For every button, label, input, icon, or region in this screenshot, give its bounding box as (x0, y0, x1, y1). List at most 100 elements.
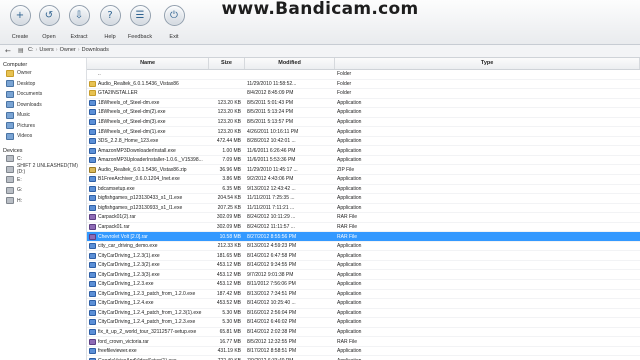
file-name-cell: 18Wheels_of_Steel-dm(1).exe (87, 128, 209, 135)
sidebar-item-drive[interactable]: H: (0, 196, 86, 207)
file-row[interactable]: AmazonMP3UploaderInstaller-1.0.6._V15398… (87, 156, 640, 166)
file-name-cell: AmazonMP3UploaderInstaller-1.0.6._V15398… (87, 157, 209, 164)
file-name-cell: Carpack01.rar (87, 224, 209, 231)
file-name-cell: Carpack01(2).rar (87, 214, 209, 221)
file-row[interactable]: CityCarDriving_1.2.4_patch_from_1.2.3(1)… (87, 309, 640, 319)
file-row[interactable]: 3DS_2.2.8_Home_123.exe 472.44 MB 8/28/2012… (87, 137, 640, 147)
file-modified: 8/13/2012 7:34:51 PM (247, 290, 297, 297)
file-modified: 8/4/2012 8:45:09 PM (247, 90, 294, 97)
sidebar-item-drive[interactable]: E: (0, 175, 86, 186)
file-type: ZIP File (337, 166, 355, 173)
file-size: 36.96 MB (219, 166, 241, 173)
file-row[interactable]: bigfishgames_p123130933_s1_l1.exe 207.25 … (87, 204, 640, 214)
file-size: 5.30 MB (222, 319, 241, 326)
file-size: 123.20 KB (217, 109, 241, 116)
sidebar-item-label: Pictures (17, 122, 36, 129)
file-row[interactable]: Carpack01(2).rar 302.09 MB 8/24/2012 10:11… (87, 213, 640, 223)
drive-icon (6, 186, 14, 194)
file-row[interactable]: B1FreeArchiver_0.6.0.1204_Inet.exe 3.86 M… (87, 175, 640, 185)
breadcrumb-item[interactable]: C: (28, 47, 34, 53)
file-modified: 11/6/2011 6:26:46 PM (247, 147, 296, 154)
sidebar-item-owner[interactable]: Owner (0, 68, 86, 79)
file-list: Name Size Modified Type .. Folder Audio_Re… (87, 58, 640, 360)
sidebar-item-downloads[interactable]: Downloads (0, 100, 86, 111)
drive-icon (6, 197, 14, 205)
rar-icon (89, 233, 96, 240)
folder-icon (6, 90, 14, 98)
app-icon (89, 290, 96, 297)
sidebar-item-label: Videos (17, 133, 33, 140)
column-size[interactable]: Size (209, 58, 245, 69)
file-row[interactable]: freefileviewer.exe 431.19 KB 8/17/2012 8:5… (87, 347, 640, 357)
file-row[interactable]: CityCarDriving_1.2.3(1).exe 181.65 MB 8/14… (87, 251, 640, 261)
file-row[interactable]: Chevrolet Volt [2.0].rar 10.58 MB 8/27/201… (87, 232, 640, 242)
file-modified: 8/24/2012 11:11:57 ... (247, 224, 295, 231)
file-row[interactable]: GTA2INSTALLER 8/4/2012 8:45:09 PM Folder (87, 89, 640, 99)
file-name: CityCarDriving_1.2.3_patch_from_1.2.0.ex… (98, 290, 196, 297)
sidebar-item-drive[interactable]: SHIFT 2 UNLEASHED(TM) (D:) (0, 163, 86, 175)
file-row[interactable]: .. Folder (87, 70, 640, 80)
file-row[interactable]: fix_it_up_2_world_tour_32112577-setup.ex… (87, 328, 640, 338)
app-icon (89, 252, 96, 259)
file-row[interactable]: CityCarDriving_1.2.4.exe 453.52 MB 8/14/20… (87, 299, 640, 309)
file-row[interactable]: 18Wheels_of_Steel-dm(3).exe 123.20 KB 8/5/… (87, 118, 640, 128)
file-row[interactable]: CityCarDriving_1.2.3_patch_from_1.2.0.ex… (87, 290, 640, 300)
file-row[interactable]: ford_crown_victoria.rar 16.77 MB 8/5/2012 … (87, 337, 640, 347)
file-type: Application (337, 195, 362, 202)
sidebar-item-videos[interactable]: Videos (0, 131, 86, 142)
file-row[interactable]: bigfishgames_p123130433_s1_l1.exe 204.54 … (87, 194, 640, 204)
file-type: Application (337, 138, 362, 145)
app-icon (89, 109, 96, 116)
file-row[interactable]: 18Wheels_of_Steel-dm.exe 123.20 KB 8/5/201… (87, 99, 640, 109)
file-name: CityCarDriving_1.2.3(3).exe (98, 271, 160, 278)
file-modified: 8/14/2012 6:47:58 PM (247, 252, 297, 259)
file-row[interactable]: Audio_Realtek_6.0.1.5436_Vistax86.zip 36.… (87, 165, 640, 176)
file-type: Application (337, 262, 362, 269)
file-type: Application (337, 99, 362, 106)
file-name-cell: Chevrolet Volt [2.0].rar (87, 233, 209, 240)
app-icon (89, 300, 96, 307)
sidebar-item-drive[interactable]: G: (0, 185, 86, 196)
file-row[interactable]: AmazonMP3DownloaderInstall.exe 1.00 MB 11/… (87, 146, 640, 156)
column-modified[interactable]: Modified (245, 58, 336, 69)
app-icon (89, 185, 96, 192)
file-row[interactable]: bdcamsetup.exe 6.35 MB 9/13/2012 12:43:42 … (87, 185, 640, 195)
file-type: RAR File (337, 233, 358, 240)
file-row[interactable]: GoogleVoiceAndVideoSetup(1).exe722.49 KB… (87, 356, 640, 360)
file-size: 6.35 MB (222, 185, 241, 192)
sidebar-item-music[interactable]: Music (0, 110, 86, 121)
app-icon (89, 329, 96, 336)
file-row[interactable]: CityCarDriving_1.2.3.exe 453.12 MB 8/11/20… (87, 280, 640, 290)
file-row[interactable]: Carpack01.rar 302.09 MB 8/24/2012 11:11:57… (87, 223, 640, 233)
file-row[interactable]: city_car_driving_demo.exe 212.33 KB 8/13/2… (87, 242, 640, 252)
sidebar-item-label: Documents (17, 91, 43, 98)
file-modified: 8/5/2011 5:13:57 PM (247, 119, 294, 125)
folder-icon (6, 132, 14, 140)
file-row[interactable]: 18Wheels_of_Steel-dm(1).exe 123.20 KB 4/26… (87, 127, 640, 137)
breadcrumb-item[interactable]: Owner (60, 47, 76, 53)
file-name: Audio_Realtek_6.0.1.5436_Vistax86.zip (98, 166, 187, 173)
file-row[interactable]: CityCarDriving_1.2.4_patch_from_1.2.3.ex… (87, 318, 640, 328)
file-name: city_car_driving_demo.exe (98, 243, 158, 250)
address-bar: ← ▤ C: › Users › Owner › Downloads (0, 45, 640, 58)
file-name-cell: 18Wheels_of_Steel-dm(2).exe (87, 109, 209, 116)
back-arrow-icon[interactable]: ← (5, 47, 11, 55)
drive-icon: ▤ (18, 47, 24, 54)
breadcrumb-item[interactable]: Downloads (82, 47, 109, 53)
file-name: B1FreeArchiver_0.6.0.1204_Inet.exe (98, 176, 180, 183)
sidebar-item-documents[interactable]: Documents (0, 89, 86, 100)
file-size: 453.12 MB (216, 281, 241, 288)
file-modified: 8/27/2012 8:55:56 PM (247, 233, 297, 240)
file-row[interactable]: CityCarDriving_1.2.3(2).exe 453.12 MB 8/14… (87, 261, 640, 271)
sidebar-item-desktop[interactable]: Desktop (0, 79, 86, 90)
breadcrumb-item[interactable]: Users (39, 47, 53, 53)
folder-icon (6, 122, 14, 130)
file-name: 3DS_2.2.8_Home_123.exe (98, 138, 159, 145)
sidebar-item-pictures[interactable]: Pictures (0, 121, 86, 132)
column-name[interactable]: Name (87, 58, 210, 69)
file-row[interactable]: CityCarDriving_1.2.3(3).exe 453.12 MB 9/7/… (87, 270, 640, 281)
folder-icon (6, 80, 14, 88)
column-type[interactable]: Type (335, 58, 640, 69)
file-row[interactable]: 18Wheels_of_Steel-dm(2).exe 123.20 KB 8/5/… (87, 108, 640, 118)
file-row[interactable]: Audio_Realtek_6.0.1.5436_Vistax86 11/29/2… (87, 80, 640, 90)
